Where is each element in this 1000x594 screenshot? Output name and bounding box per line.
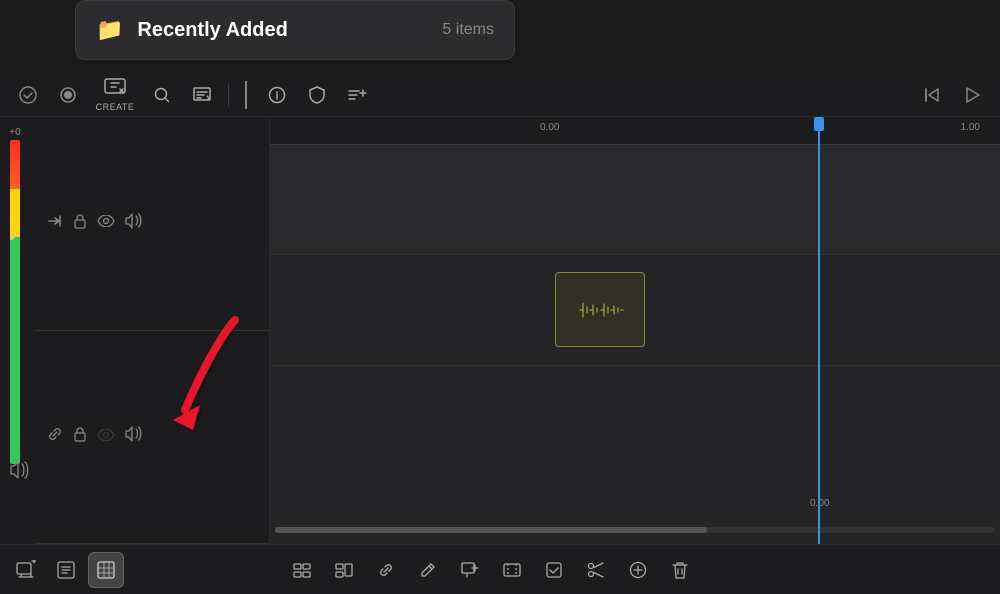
left-panel: +0 — [0, 117, 270, 544]
track1-audio-button[interactable] — [125, 213, 143, 234]
search-button[interactable] — [144, 77, 180, 113]
info-button[interactable] — [259, 77, 295, 113]
toolbar-sep-1 — [228, 83, 229, 107]
link-clips-button[interactable] — [368, 552, 404, 588]
vu-meter: +0 — [8, 127, 22, 464]
track2-audio-button[interactable] — [125, 426, 143, 447]
list-filter-button[interactable] — [184, 77, 220, 113]
scrollbar-thumb[interactable] — [275, 527, 707, 533]
add-track-button[interactable] — [339, 77, 375, 113]
main-toolbar: CREATE — [0, 73, 1000, 117]
create-button[interactable]: CREATE — [90, 77, 140, 113]
playhead-indicator — [245, 81, 247, 109]
track2-link-button[interactable] — [47, 426, 63, 447]
track2-controls — [35, 331, 269, 545]
playhead-handle[interactable] — [814, 117, 824, 131]
vu-label: +0 — [8, 127, 22, 138]
vu-red — [10, 140, 20, 189]
timeline-scrollbar[interactable] — [275, 526, 995, 534]
scrollbar-track — [275, 527, 995, 533]
edit-button[interactable] — [410, 552, 446, 588]
checkbox-button[interactable] — [536, 552, 572, 588]
track1-controls — [35, 117, 269, 331]
vu-bar — [10, 140, 20, 464]
playhead[interactable] — [818, 117, 820, 544]
scissors-button[interactable] — [578, 552, 614, 588]
panel-title: Recently Added — [137, 19, 428, 42]
vu-yellow — [10, 189, 20, 238]
folder-icon: 📁 — [96, 17, 123, 43]
create-icon — [104, 78, 126, 101]
audio-waveform-icon — [575, 295, 625, 325]
shield-button[interactable] — [299, 77, 335, 113]
delete-button[interactable] — [662, 552, 698, 588]
create-label: CREATE — [96, 102, 135, 112]
skip-back-button[interactable] — [914, 77, 950, 113]
time-mark-1: 1.00 — [961, 122, 980, 133]
recently-added-panel: 📁 Recently Added 5 items — [75, 0, 515, 60]
bottom-toolbar-left — [8, 552, 278, 588]
track1-follow-button[interactable] — [47, 213, 63, 234]
bottom-toolbar-right — [280, 552, 992, 588]
audio-clip[interactable] — [555, 272, 645, 347]
trim-button[interactable] — [494, 552, 530, 588]
play-button[interactable] — [954, 77, 990, 113]
freeze-button[interactable] — [326, 552, 362, 588]
time-mark-0: 0.00 — [540, 122, 559, 133]
vu-green — [10, 237, 20, 464]
track-row-1 — [270, 145, 1000, 255]
timeline-area[interactable]: 0.00 1.00 0.00 — [270, 117, 1000, 544]
grid-view-button[interactable] — [88, 552, 124, 588]
track1-lock-button[interactable] — [73, 213, 87, 234]
record-button[interactable] — [50, 77, 86, 113]
bottom-toolbar — [0, 544, 1000, 594]
track1-visibility-button[interactable] — [97, 214, 115, 232]
panel-count: 5 items — [442, 21, 494, 39]
track2-lock-button[interactable] — [73, 426, 87, 447]
master-volume-icon[interactable] — [10, 461, 30, 484]
timeline-ruler: 0.00 1.00 — [270, 117, 1000, 145]
track2-visibility-button[interactable] — [97, 428, 115, 446]
check-button[interactable] — [10, 77, 46, 113]
vu-dot-indicator — [10, 234, 20, 238]
composite-button[interactable] — [284, 552, 320, 588]
add-media-button[interactable] — [8, 552, 44, 588]
list-view-button[interactable] — [48, 552, 84, 588]
transform-button[interactable] — [452, 552, 488, 588]
add-marker-button[interactable] — [620, 552, 656, 588]
